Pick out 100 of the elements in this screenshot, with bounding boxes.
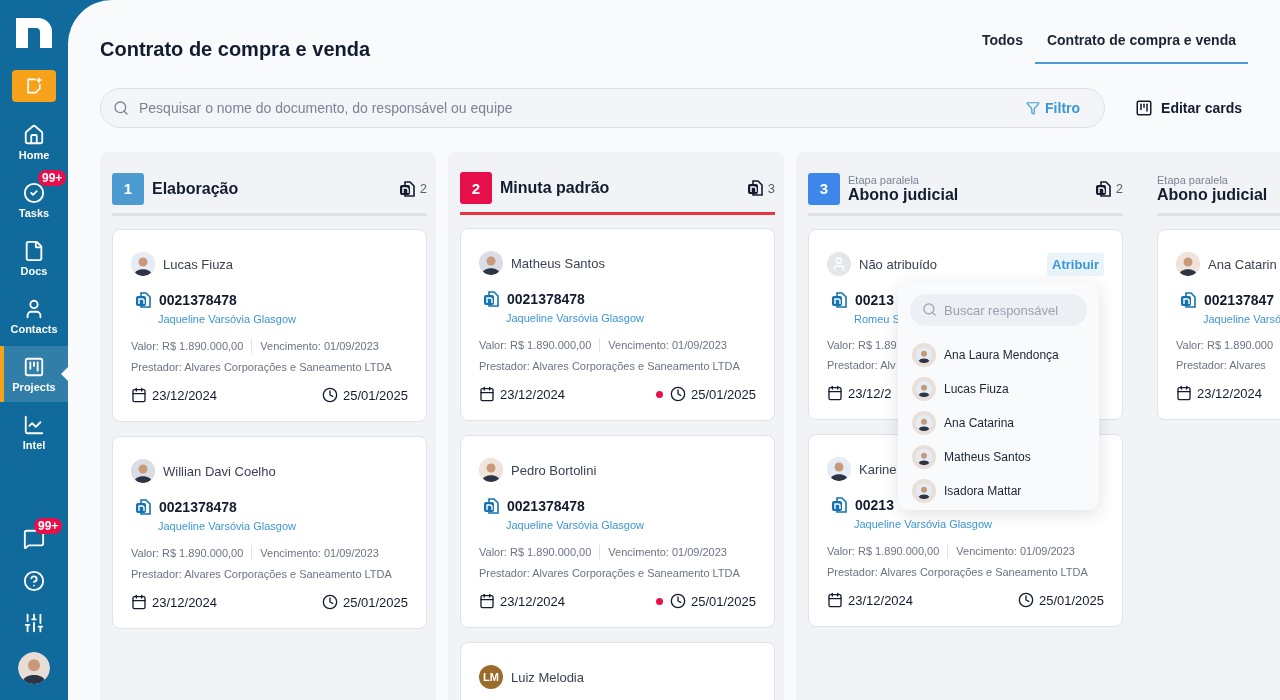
- nav-item[interactable]: Intel: [0, 404, 68, 460]
- document-icon: [133, 290, 153, 310]
- nav-item[interactable]: Home: [0, 114, 68, 170]
- nav-item[interactable]: Contacts: [0, 288, 68, 344]
- assignee-option[interactable]: Ana Laura Mendonça: [910, 338, 1087, 372]
- due-text: Vencimento: 01/09/2023: [260, 340, 379, 352]
- clock-icon: [669, 386, 686, 402]
- line-chart-icon: [23, 413, 45, 436]
- start-date: 23/12/2024: [1197, 385, 1263, 401]
- value-text: Valor: R$ 1.890.000: [1176, 339, 1274, 351]
- document-number: 0021378478: [159, 499, 237, 515]
- avatar: LM: [479, 665, 503, 689]
- clock-icon: [321, 594, 338, 610]
- document-icon: [481, 289, 501, 309]
- assignee-option[interactable]: Matheus Santos: [910, 440, 1087, 474]
- due-text: Vencimento: 01/09/2023: [956, 545, 1075, 557]
- avatar: [912, 479, 936, 503]
- provider-text: Prestador: Alvares Corporações e Saneamento LTDA: [479, 567, 740, 579]
- document-number: 002137847: [1204, 292, 1275, 308]
- filter-icon: [1026, 101, 1041, 115]
- assignee-option[interactable]: Isadora Mattar: [910, 474, 1087, 508]
- calendar-icon: [479, 593, 495, 609]
- document-card[interactable]: LM Luiz Melodia: [460, 642, 775, 700]
- avatar: [479, 458, 503, 482]
- start-date: 23/12/2024: [500, 593, 566, 609]
- assignee-option[interactable]: Lucas Fiuza: [910, 372, 1087, 406]
- tab[interactable]: Todos: [970, 20, 1035, 64]
- client-link[interactable]: Jaqueline Varsóvia Glasgow: [479, 312, 644, 324]
- value-text: Valor: R$ 1.890.000,00: [131, 340, 244, 352]
- client-link[interactable]: Jaqueline Varsó: [1176, 313, 1280, 325]
- count-badge: 99+: [34, 518, 63, 534]
- check-circle-icon: [23, 181, 45, 204]
- avatar: [912, 377, 936, 401]
- document-icon: [829, 495, 849, 515]
- nav-item[interactable]: Docs: [0, 230, 68, 286]
- value-text: Valor: R$ 1.890.000,00: [479, 339, 592, 351]
- user-avatar[interactable]: [18, 652, 50, 684]
- start-date: 23/12/2024: [152, 594, 218, 610]
- avatar: [827, 457, 851, 481]
- document-number: 0021378478: [159, 292, 237, 308]
- calendar-icon: [827, 592, 843, 608]
- end-date: 25/01/2025: [690, 386, 756, 402]
- stage-caption: Etapa paralela: [848, 173, 920, 186]
- nav-item[interactable]: Tasks 99+: [0, 172, 68, 228]
- avatar: [912, 445, 936, 469]
- person-name: Pedro Bortolini: [511, 462, 597, 478]
- calendar-icon: [131, 387, 147, 403]
- end-date: 25/01/2025: [342, 387, 408, 403]
- client-link[interactable]: Jaqueline Varsóvia Glasgow: [131, 313, 296, 325]
- document-card[interactable]: Matheus Santos 0021378478 Jaqueline Varsóvia Glasgow Valor: R$ 1.890.000,00 Vencimento: 01/09/2023 Prestador: Alvares Corporações e Saneamento LTDA 23/12/2024 25/01/2025: [460, 228, 775, 421]
- calendar-icon: [131, 594, 147, 610]
- chat-button[interactable]: 99+: [0, 518, 68, 560]
- provider-text: Prestador: Alvares: [1176, 359, 1266, 371]
- document-card[interactable]: Lucas Fiuza 0021378478 Jaqueline Varsóvia Glasgow Valor: R$ 1.890.000,00 Vencimento: 01/09/2023 Prestador: Alvares Corporações e Saneamento LTDA 23/12/2024 25/01/2025: [112, 229, 427, 422]
- client-link[interactable]: Jaqueline Varsóvia Glasgow: [827, 518, 992, 530]
- document-icon: [481, 496, 501, 516]
- person-name: Luiz Melodia: [511, 669, 584, 685]
- stage-number: 1: [112, 172, 144, 205]
- count-badge: 99+: [38, 170, 67, 186]
- document-number: 00213: [855, 497, 894, 513]
- start-date: 23/12/2024: [152, 387, 218, 403]
- calendar-icon: [479, 386, 495, 402]
- logo-icon: [14, 16, 54, 50]
- document-icon: [1178, 290, 1198, 310]
- page-title: Contrato de compra e venda: [100, 38, 371, 61]
- avatar: [827, 252, 851, 276]
- document-count: 2: [419, 181, 427, 196]
- avatar: [131, 252, 155, 276]
- provider-text: Prestador: Alvares Corporações e Saneamento LTDA: [827, 566, 1088, 578]
- document-count: 2: [1115, 181, 1123, 196]
- due-text: Vencimento: 01/09/2023: [608, 339, 727, 351]
- tab[interactable]: Contrato de compra e venda: [1034, 20, 1248, 64]
- home-icon: [23, 123, 45, 146]
- provider-text: Prestador: Alvares Corporações e Saneamento LTDA: [479, 360, 740, 372]
- cards-icon: [1135, 99, 1154, 117]
- end-date: 25/01/2025: [1038, 592, 1104, 608]
- value-text: Valor: R$ 1.890.000,00: [479, 546, 592, 558]
- value-text: Valor: R$ 1.89: [827, 339, 897, 351]
- document-card[interactable]: Willian Davi Coelho 0021378478 Jaqueline Varsóvia Glasgow Valor: R$ 1.890.000,00 Vencimento: 01/09/2023 Prestador: Alvares Corporações e Saneamento LTDA 23/12/2024 25/01/2025: [112, 436, 427, 629]
- person-name: Ana Catarin: [1208, 256, 1277, 272]
- value-text: Valor: R$ 1.890.000,00: [827, 545, 940, 557]
- provider-text: Prestador: Alvares Corporações e Saneamento LTDA: [131, 568, 392, 580]
- document-count: 3: [767, 180, 775, 196]
- document-card[interactable]: Ana Catarin 002137847 Jaqueline Varsó Valor: R$ 1.890.000 Prestador: Alvares 23/12/2024: [1157, 229, 1280, 420]
- clock-icon: [669, 593, 686, 609]
- search-icon: [922, 302, 937, 317]
- value-text: Valor: R$ 1.890.000,00: [131, 547, 244, 559]
- person-name: Não atribuído: [859, 256, 938, 272]
- start-date: 23/12/2: [848, 385, 892, 401]
- document-card[interactable]: Pedro Bortolini 0021378478 Jaqueline Varsóvia Glasgow Valor: R$ 1.890.000,00 Vencimento: 01/09/2023 Prestador: Alvares Corporações e Saneamento LTDA 23/12/2024 25/01/2025: [460, 435, 775, 628]
- client-link[interactable]: Jaqueline Varsóvia Glasgow: [479, 519, 644, 531]
- stage-title: Elaboração: [152, 179, 240, 198]
- edit-cards-button[interactable]: Editar cards: [1129, 98, 1248, 118]
- person-name: Willian Davi Coelho: [163, 463, 276, 479]
- document-number: 0021378478: [507, 498, 585, 514]
- avatar: [912, 411, 936, 435]
- avatar: [1176, 252, 1200, 276]
- stage-caption: Etapa paralela: [1157, 173, 1229, 186]
- client-link[interactable]: Jaqueline Varsóvia Glasgow: [131, 520, 296, 532]
- assignee-search-field[interactable]: Buscar responsável: [910, 294, 1087, 326]
